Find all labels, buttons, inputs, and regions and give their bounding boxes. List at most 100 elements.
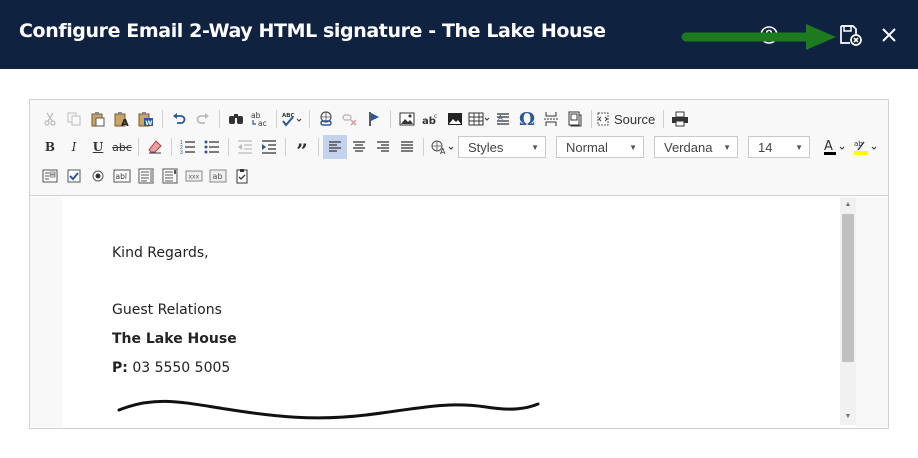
anchor-icon[interactable] xyxy=(362,107,386,131)
styles-dropdown[interactable]: Styles ▼ xyxy=(458,136,546,158)
department-line: Guest Relations xyxy=(112,302,222,318)
form-icon[interactable] xyxy=(38,164,62,188)
abbreviation-icon[interactable]: ab c xyxy=(419,107,443,131)
paste-text-icon[interactable]: A xyxy=(110,107,134,131)
spellcheck-icon[interactable]: ABC xyxy=(281,107,305,131)
align-left-icon[interactable] xyxy=(323,135,347,159)
bold-icon[interactable]: B xyxy=(38,135,62,159)
format-dropdown[interactable]: Normal ▼ xyxy=(556,136,644,158)
toolbar-separator xyxy=(162,110,163,128)
flash-icon[interactable] xyxy=(443,107,467,131)
source-button[interactable]: Source xyxy=(596,107,659,131)
iframe-icon[interactable] xyxy=(563,107,587,131)
hidden-field-icon[interactable] xyxy=(230,164,254,188)
button-icon[interactable]: xxx xyxy=(182,164,206,188)
align-justify-icon[interactable] xyxy=(395,135,419,159)
format-value: Normal xyxy=(566,139,608,155)
html-editor: A W ab ac ABC ab c A Ω Source B I U abc … xyxy=(29,99,889,429)
toolbar-separator xyxy=(423,138,424,156)
svg-text:W: W xyxy=(145,119,152,127)
select-icon[interactable] xyxy=(158,164,182,188)
language-icon[interactable]: A xyxy=(428,135,458,159)
svg-text:abl: abl xyxy=(116,172,127,181)
svg-text:c: c xyxy=(434,113,437,120)
svg-text:A: A xyxy=(824,139,833,154)
indent-icon[interactable] xyxy=(257,135,281,159)
dialog-title: Configure Email 2-Way HTML signature - T… xyxy=(19,20,606,42)
unlink-icon[interactable] xyxy=(338,107,362,131)
image-icon[interactable] xyxy=(395,107,419,131)
chevron-down-icon: ▼ xyxy=(723,142,731,152)
toolbar-separator xyxy=(228,138,229,156)
toolbar-separator xyxy=(285,138,286,156)
svg-text:3: 3 xyxy=(180,150,183,155)
company-line: The Lake House xyxy=(112,331,237,347)
horizontal-line-icon[interactable]: A xyxy=(491,107,515,131)
dialog-header: Configure Email 2-Way HTML signature - T… xyxy=(0,0,918,69)
chevron-down-icon: ▼ xyxy=(795,142,803,152)
handwritten-signature-image xyxy=(117,399,540,420)
strikethrough-icon[interactable]: abc xyxy=(110,135,134,159)
paste-word-icon[interactable]: W xyxy=(134,107,158,131)
toolbar-separator xyxy=(138,138,139,156)
background-color-icon[interactable]: ab xyxy=(850,135,880,159)
font-size-dropdown[interactable]: 14 ▼ xyxy=(748,136,810,158)
source-label: Source xyxy=(614,111,656,127)
editor-content[interactable]: Kind Regards, Guest Relations The Lake H… xyxy=(62,197,870,427)
close-icon[interactable] xyxy=(876,22,902,48)
textfield-icon[interactable]: abl xyxy=(110,164,134,188)
undo-icon[interactable] xyxy=(167,107,191,131)
toolbar-separator xyxy=(276,110,277,128)
blockquote-icon[interactable]: ” xyxy=(290,135,314,161)
print-icon[interactable] xyxy=(668,107,692,131)
outdent-icon[interactable] xyxy=(233,135,257,159)
paste-icon[interactable] xyxy=(86,107,110,131)
page-break-icon[interactable] xyxy=(539,107,563,131)
special-char-icon[interactable]: Ω xyxy=(515,107,539,131)
italic-icon[interactable]: I xyxy=(62,135,86,159)
phone-line: P: 03 5550 5005 xyxy=(112,360,230,376)
link-icon[interactable] xyxy=(314,107,338,131)
scrollbar-thumb[interactable] xyxy=(842,214,854,362)
scroll-down-arrow-icon[interactable]: ▼ xyxy=(840,411,856,423)
styles-value: Styles xyxy=(468,139,504,155)
vertical-scrollbar[interactable]: ▲ ▼ xyxy=(840,197,856,425)
bulleted-list-icon[interactable] xyxy=(200,135,224,159)
toolbar-row-3: abl xxx ab xyxy=(38,163,254,189)
chevron-down-icon: ▼ xyxy=(629,142,637,152)
copy-icon[interactable] xyxy=(62,107,86,131)
svg-text:A: A xyxy=(121,118,129,127)
toolbar-separator xyxy=(318,138,319,156)
align-center-icon[interactable] xyxy=(347,135,371,159)
replace-icon[interactable]: ab ac xyxy=(248,107,272,131)
toolbar-separator xyxy=(663,110,665,128)
underline-icon[interactable]: U xyxy=(86,135,110,159)
radio-icon[interactable] xyxy=(86,164,110,188)
editor-right-margin xyxy=(856,197,888,427)
cut-icon[interactable] xyxy=(38,107,62,131)
editor-left-margin xyxy=(30,197,62,427)
phone-label: P: xyxy=(112,360,128,376)
save-close-icon[interactable] xyxy=(838,22,864,48)
checkbox-icon[interactable] xyxy=(62,164,86,188)
remove-format-icon[interactable] xyxy=(143,135,167,159)
help-icon[interactable] xyxy=(756,22,782,48)
source-icon xyxy=(597,112,609,126)
find-icon[interactable] xyxy=(224,107,248,131)
scroll-up-arrow-icon[interactable]: ▲ xyxy=(840,199,856,211)
font-size-value: 14 xyxy=(758,139,773,155)
text-color-icon[interactable]: A xyxy=(820,135,850,159)
font-dropdown[interactable]: Verdana ▼ xyxy=(654,136,738,158)
table-icon[interactable] xyxy=(467,107,491,131)
textarea-icon[interactable] xyxy=(134,164,158,188)
toolbar-separator xyxy=(591,110,592,128)
align-right-icon[interactable] xyxy=(371,135,395,159)
numbered-list-icon[interactable]: 123 xyxy=(176,135,200,159)
editor-toolbar: A W ab ac ABC ab c A Ω Source B I U abc … xyxy=(30,100,888,196)
image-button-icon[interactable]: ab xyxy=(206,164,230,188)
svg-text:ac: ac xyxy=(258,119,267,127)
svg-text:xxx: xxx xyxy=(189,174,200,181)
chevron-down-icon: ▼ xyxy=(531,142,539,152)
toolbar-separator xyxy=(390,110,391,128)
redo-icon[interactable] xyxy=(191,107,215,131)
